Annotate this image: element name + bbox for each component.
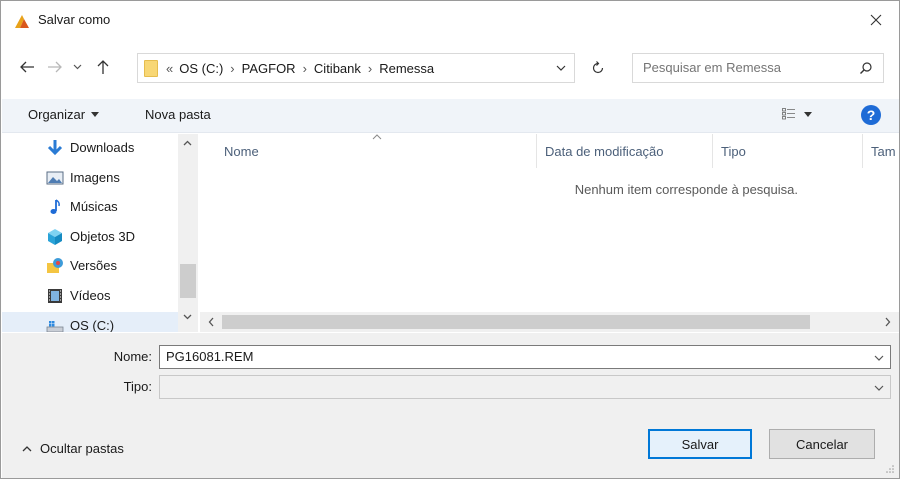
app-icon [15,15,29,28]
chevron-down-icon [556,65,566,71]
breadcrumb: « OS (C:) › PAGFOR › Citibank › Remessa [166,61,434,76]
videos-icon [48,289,62,303]
scrollbar-thumb[interactable] [180,264,196,298]
sidebar-item-imagens[interactable]: Imagens [2,164,178,192]
sidebar-item-musicas[interactable]: Músicas [2,193,178,221]
sidebar-item-os-c[interactable]: OS (C:) [2,312,178,332]
title-bar: Salvar como [1,1,899,39]
empty-results-message: Nenhum item corresponde à pesquisa. [574,182,798,197]
up-button[interactable] [91,54,115,80]
breadcrumb-item[interactable]: Remessa [379,61,434,76]
file-name-input[interactable] [166,349,846,364]
hide-folders-label: Ocultar pastas [40,441,124,456]
column-header-name[interactable]: Nome [224,134,534,168]
search-box[interactable] [632,53,884,83]
chevron-down-icon[interactable] [874,355,884,361]
organize-label: Organizar [28,107,86,122]
download-icon [47,140,63,156]
help-button[interactable]: ? [861,105,881,125]
versions-icon [47,258,63,273]
3d-objects-icon [48,229,62,245]
back-button[interactable] [15,54,39,80]
sidebar-item-videos[interactable]: Vídeos [2,282,178,310]
arrow-right-icon [48,61,62,73]
change-view-button[interactable] [782,108,812,120]
resize-grip-icon[interactable] [885,464,895,474]
file-type-label: Tipo: [123,379,152,394]
forward-button[interactable] [43,54,67,80]
breadcrumb-item[interactable]: OS (C:) [179,61,223,76]
file-type-select[interactable] [159,375,891,399]
refresh-button[interactable] [583,53,613,83]
navigation-scrollbar[interactable] [178,134,198,332]
scroll-down-icon[interactable] [183,314,192,320]
breadcrumb-item[interactable]: PAGFOR [242,61,296,76]
close-button[interactable] [853,1,899,39]
organize-menu-button[interactable]: Organizar [28,107,100,122]
hide-folders-button[interactable]: Ocultar pastas [22,441,124,456]
horizontal-scrollbar[interactable] [200,312,899,332]
scroll-right-icon[interactable] [885,317,891,327]
save-options-panel: Nome: Tipo: Ocultar pastas Salvar Cancel… [2,333,899,478]
search-icon[interactable] [859,61,873,75]
cancel-button[interactable]: Cancelar [769,429,875,459]
column-header-size[interactable]: Tam [862,134,899,168]
column-header-type[interactable]: Tipo [712,134,862,168]
chevron-up-icon [22,445,32,451]
chevron-down-icon[interactable] [874,385,884,391]
address-dropdown-button[interactable] [554,61,568,75]
arrow-left-icon [20,61,34,73]
recent-locations-button[interactable] [69,54,85,80]
column-header-date-modified[interactable]: Data de modificação [536,134,712,168]
column-header-label: Data de modificação [545,143,664,159]
chevron-down-icon [73,64,81,70]
scrollbar-thumb[interactable] [222,315,810,329]
sidebar-item-label: Objetos 3D [70,229,136,244]
refresh-icon [592,61,604,74]
sidebar-item-downloads[interactable]: Downloads [2,134,178,162]
sidebar-item-label: Músicas [70,199,118,214]
sidebar-item-label: OS (C:) [70,318,115,332]
sidebar-item-versoes[interactable]: Versões [2,252,178,280]
scroll-left-icon[interactable] [208,317,214,327]
caret-down-icon [91,112,100,117]
search-input[interactable] [643,60,843,75]
sidebar-item-objetos-3d[interactable]: Objetos 3D [2,223,178,251]
chevron-right-icon: › [230,61,235,76]
caret-down-icon [804,111,812,117]
breadcrumb-item[interactable]: Citibank [314,61,361,76]
column-header-label: Tipo [721,143,746,159]
sidebar-item-label: Downloads [70,140,135,155]
new-folder-button[interactable]: Nova pasta [145,107,211,122]
address-bar[interactable]: « OS (C:) › PAGFOR › Citibank › Remessa [137,53,575,83]
file-name-label: Nome: [113,349,152,364]
chevron-right-icon: › [302,61,307,76]
folder-icon [144,60,158,77]
details-view-icon [782,108,795,120]
scroll-up-icon[interactable] [183,140,192,146]
save-button[interactable]: Salvar [648,429,752,459]
sidebar-item-label: Versões [70,258,117,273]
file-name-combobox[interactable] [159,345,891,369]
drive-icon [46,321,64,332]
close-icon [870,14,882,26]
breadcrumb-overflow[interactable]: « [166,61,179,76]
navigation-pane: Downloads Imagens Músicas Objetos 3D Ver… [2,134,198,332]
window-title: Salvar como [38,12,111,27]
file-list: Nome Data de modificação Tipo Tam Nenhum… [200,134,899,312]
column-header-label: Tam [871,143,896,159]
pictures-icon [46,171,64,185]
sidebar-item-label: Vídeos [70,288,111,303]
save-as-dialog: Salvar como « OS (C:) › PAGFOR › Citiban… [0,0,900,479]
command-bar: Organizar Nova pasta ? [2,99,899,133]
chevron-right-icon: › [367,61,373,76]
music-icon [50,199,60,214]
column-header-label: Nome [224,143,259,159]
arrow-up-icon [97,60,109,74]
sidebar-item-label: Imagens [70,170,120,185]
